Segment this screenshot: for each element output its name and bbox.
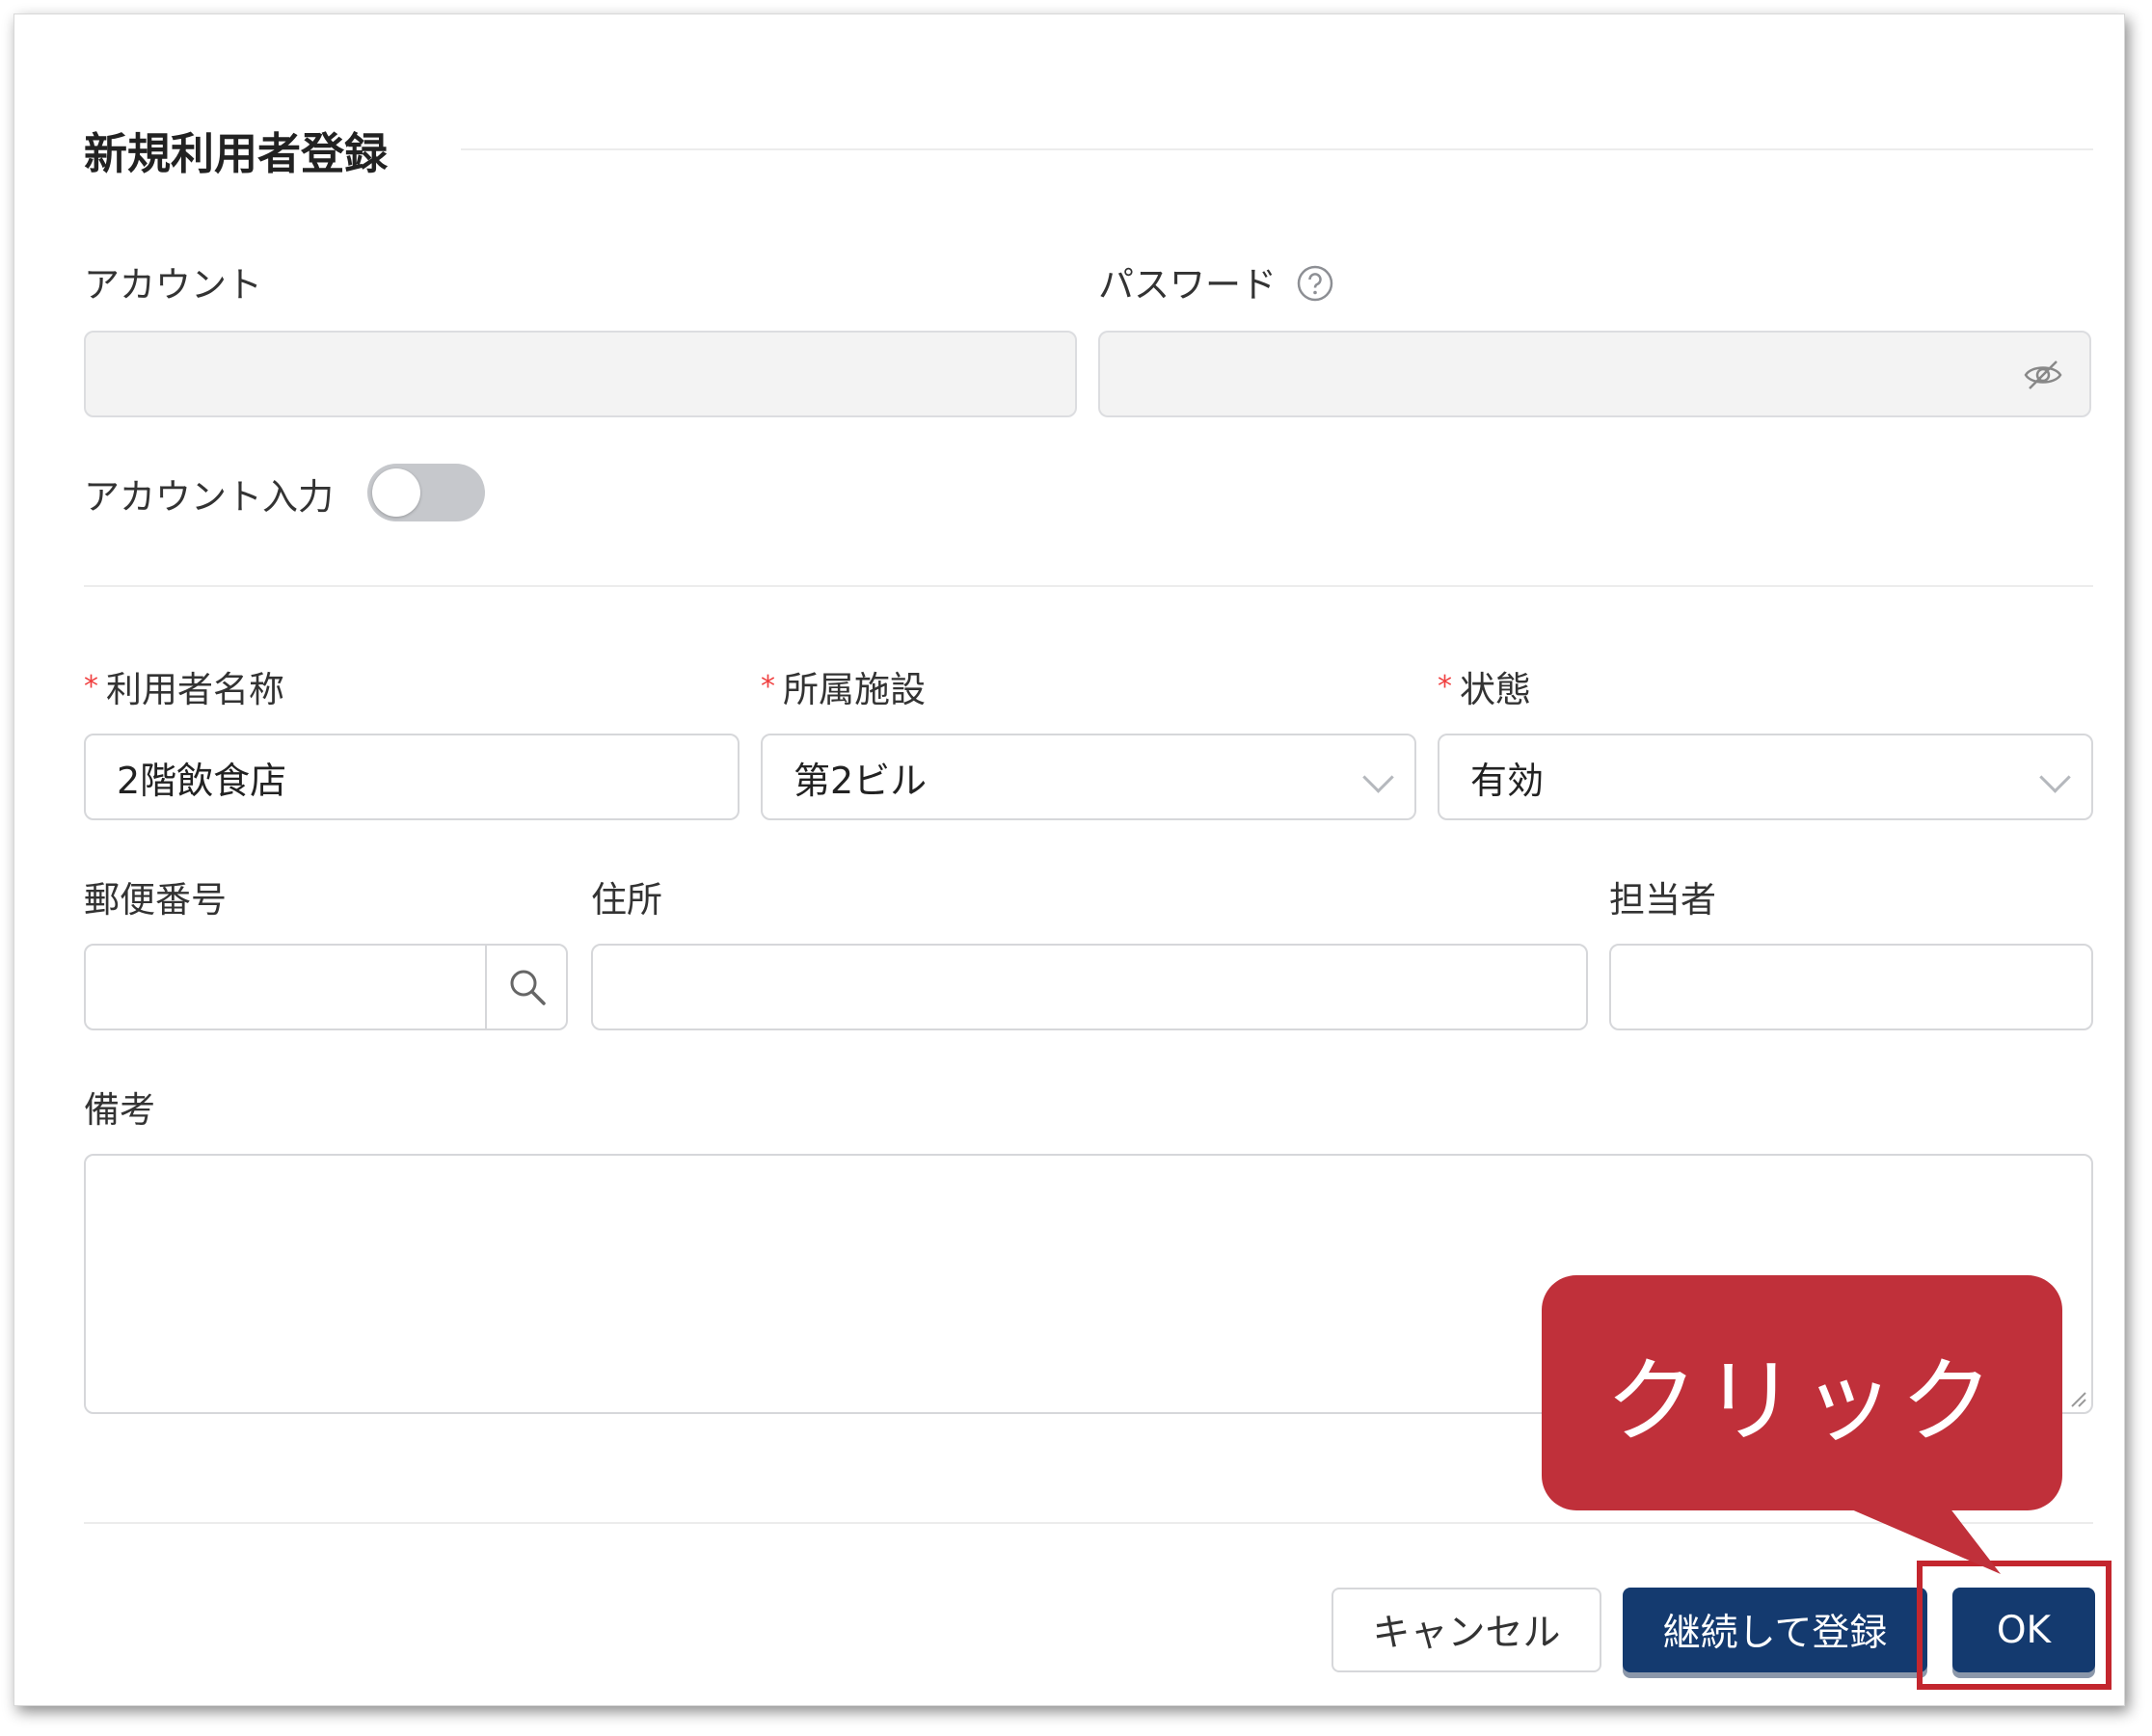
toggle-knob (372, 468, 420, 517)
user-name-label: * 利用者名称 (84, 660, 284, 712)
user-name-label-text: 利用者名称 (106, 669, 284, 710)
contact-person-input[interactable] (1609, 944, 2093, 1030)
status-value: 有効 (1470, 759, 1545, 802)
callout-tail (1827, 1499, 2001, 1574)
account-input-toggle-label: アカウント入力 (84, 476, 334, 518)
user-name-value: 2階飲食店 (117, 759, 287, 802)
new-user-dialog: 新規利用者登録 アカウント パスワード アカウント入力 * 利用者名称 2階飲食店 (13, 13, 2125, 1706)
status-select[interactable]: 有効 (1438, 734, 2093, 820)
required-mark: * (1438, 670, 1452, 704)
chevron-down-icon (2039, 761, 2071, 793)
click-callout: クリック (1542, 1275, 2062, 1510)
postal-code-label: 郵便番号 (84, 879, 227, 921)
required-mark: * (84, 670, 98, 704)
search-icon (510, 970, 546, 1005)
continue-register-button[interactable]: 継続して登録 (1623, 1588, 1927, 1672)
ok-highlight-box (1917, 1561, 2112, 1690)
help-icon[interactable] (1296, 264, 1334, 303)
title-divider (461, 148, 2093, 150)
facility-label-text: 所属施設 (783, 669, 926, 710)
password-label: パスワード (1098, 255, 1334, 307)
account-input-toggle[interactable] (367, 464, 485, 521)
facility-value: 第2ビル (794, 759, 928, 802)
footer-divider (84, 1522, 2093, 1524)
resize-handle-icon[interactable] (2066, 1387, 2087, 1408)
postal-code-search-button[interactable] (485, 946, 568, 1028)
dialog-title: 新規利用者登録 (84, 128, 389, 179)
eye-off-icon[interactable] (2022, 358, 2064, 392)
cancel-button[interactable]: キャンセル (1332, 1588, 1601, 1672)
address-label: 住所 (591, 879, 662, 921)
password-label-text: パスワード (1098, 264, 1277, 306)
facility-select[interactable]: 第2ビル (761, 734, 1416, 820)
account-input[interactable] (84, 331, 1077, 417)
required-mark: * (761, 670, 775, 704)
chevron-down-icon (1362, 761, 1394, 793)
account-label: アカウント (84, 264, 262, 306)
status-label-text: 状態 (1460, 669, 1531, 710)
contact-person-label: 担当者 (1609, 879, 1716, 921)
section-divider (84, 585, 2093, 587)
facility-label: * 所属施設 (761, 660, 926, 712)
remarks-label: 備考 (84, 1089, 155, 1131)
password-input[interactable] (1098, 331, 2091, 417)
postal-code-field (84, 944, 568, 1030)
address-input[interactable] (591, 944, 1588, 1030)
status-label: * 状態 (1438, 660, 1531, 712)
postal-code-input[interactable] (86, 946, 485, 1028)
user-name-input[interactable]: 2階飲食店 (84, 734, 740, 820)
